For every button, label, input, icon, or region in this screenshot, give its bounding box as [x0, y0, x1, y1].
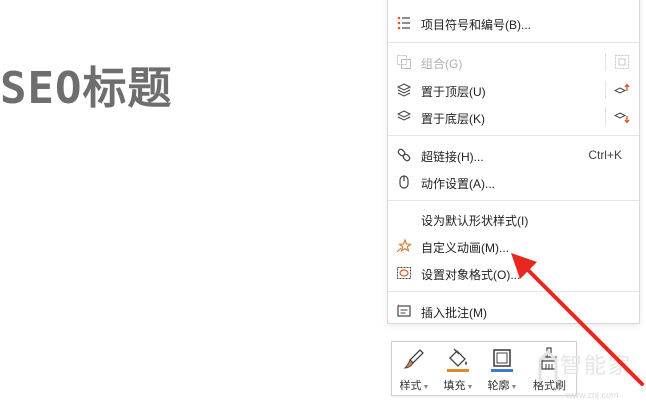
- annotation-arrow: [511, 253, 644, 386]
